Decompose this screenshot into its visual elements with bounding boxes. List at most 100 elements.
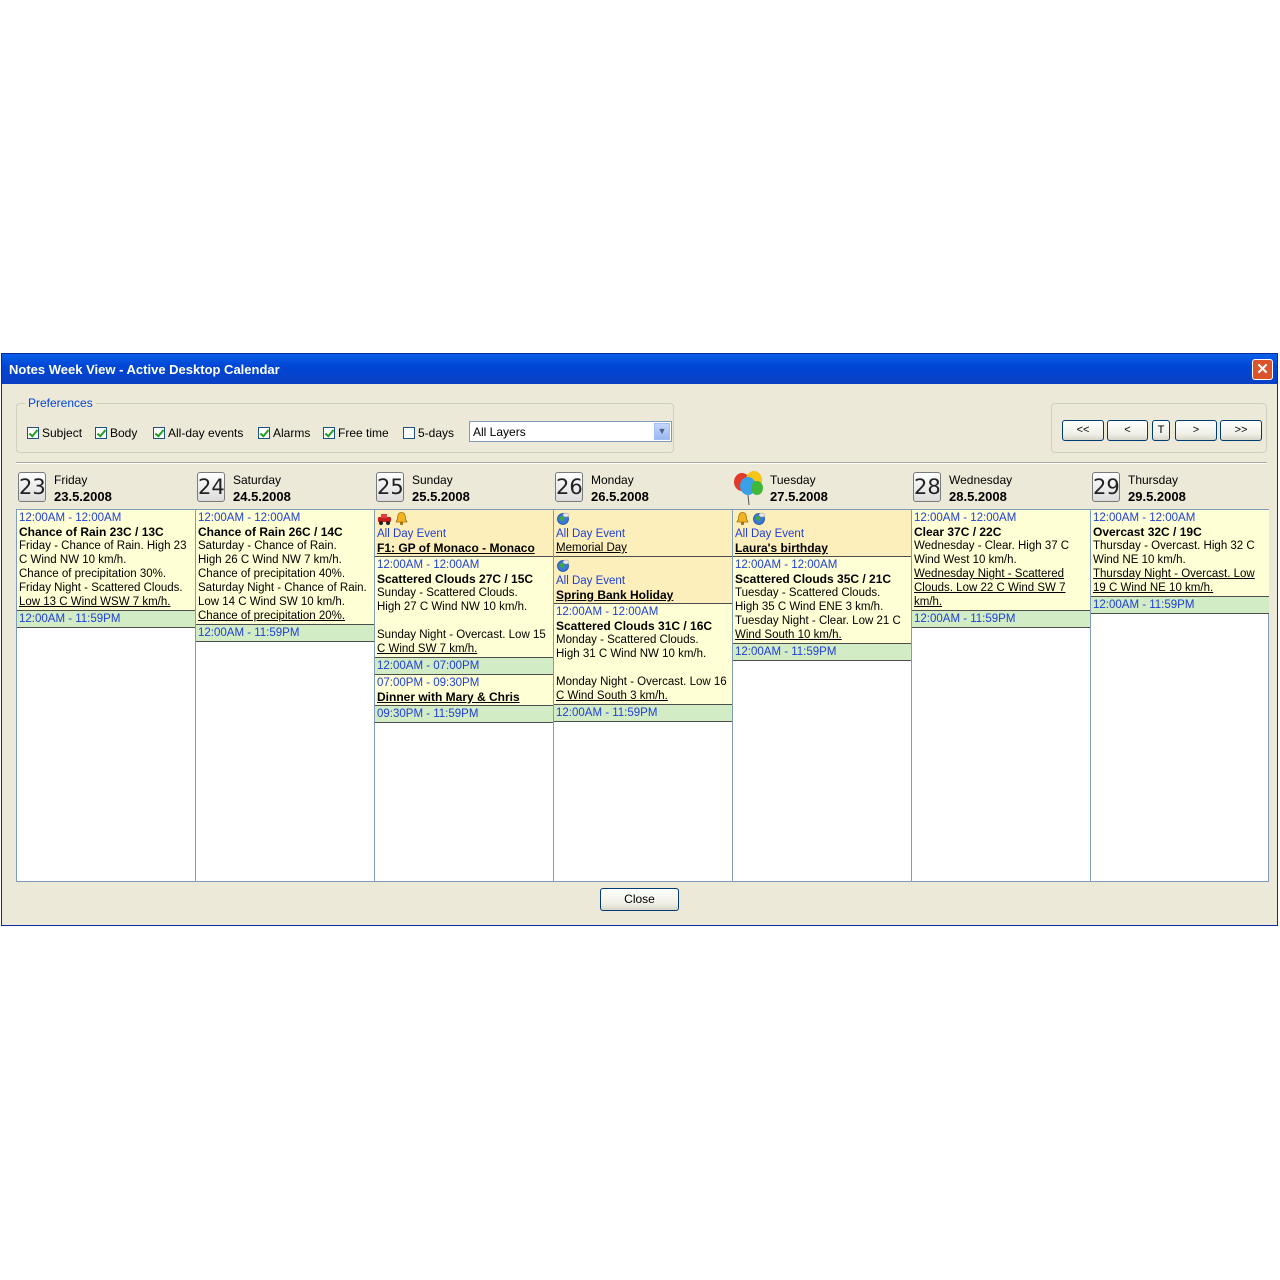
today-button[interactable]: T [1152,420,1170,441]
day-column-sunday[interactable]: All Day Event F1: GP of Monaco - Monaco 12… [375,510,554,881]
checkbox-box[interactable] [403,427,415,439]
day-header-friday[interactable]: 23 Friday 23.5.2008 [16,470,195,508]
day-header-thursday[interactable]: 29 Thursday 29.5.2008 [1090,470,1269,508]
day-column-friday[interactable]: 12:00AM - 12:00AM Chance of Rain 23C / 13… [17,510,196,881]
checkbox-box[interactable] [95,427,107,439]
event-body-line: Tuesday - Scattered Clouds. [735,587,881,599]
event-body-line: High 26 C Wind NW 7 km/h. [198,554,342,566]
day-column-wednesday[interactable]: 12:00AM - 12:00AM Clear 37C / 22C Wednesda… [912,510,1091,881]
day-column-saturday[interactable]: 12:00AM - 12:00AM Chance of Rain 26C / 14… [196,510,375,881]
chevron-down-icon[interactable]: ▼ [654,423,670,440]
calendar-event[interactable]: 12:00AM - 12:00AM Chance of Rain 26C / 14… [196,510,374,625]
close-button[interactable]: Close [600,888,679,911]
free-time-block[interactable]: 12:00AM - 07:00PM [375,658,553,675]
calendar-event[interactable]: 12:00AM - 12:00AM Chance of Rain 23C / 13… [17,510,195,611]
divider [16,462,1267,464]
free-time-block[interactable]: 12:00AM - 11:59PM [733,644,911,661]
day-name: Monday [591,473,634,487]
free-time-block[interactable]: 12:00AM - 11:59PM [1091,597,1269,614]
balloon-icon [734,471,763,506]
calendar-event[interactable]: All Day Event Spring Bank Holiday [554,557,732,604]
calendar-event[interactable]: 12:00AM - 12:00AM Overcast 32C / 19C Thurs… [1091,510,1269,597]
day-date: 27.5.2008 [770,489,828,504]
event-time: 12:00AM - 11:59PM [1093,599,1195,611]
five-days-checkbox[interactable]: 5-days [403,426,454,442]
day-column-thursday[interactable]: 12:00AM - 12:00AM Overcast 32C / 19C Thurs… [1091,510,1269,881]
free-time-block[interactable]: 09:30PM - 11:59PM [375,706,553,723]
day-header-wednesday[interactable]: 28 Wednesday 28.5.2008 [911,470,1090,508]
event-time: 12:00AM - 11:59PM [735,646,837,658]
next-week-button[interactable]: > [1175,420,1217,441]
previous-week-button[interactable]: < [1107,420,1148,441]
title-bar[interactable]: Notes Week View - Active Desktop Calenda… [2,354,1277,384]
event-subject: Scattered Clouds 27C / 15C [377,572,534,586]
day-number: 29 [1092,472,1120,502]
event-icons [556,558,730,574]
day-date: 25.5.2008 [412,489,470,504]
close-icon[interactable]: ✕ [1252,359,1273,380]
subject-checkbox[interactable]: Subject [27,426,82,442]
free-time-block[interactable]: 12:00AM - 11:59PM [196,625,374,642]
event-body-line: Sunday Night - Overcast. Low 15 [377,629,546,641]
day-column-monday[interactable]: All Day Event Memorial Day All Day Event Sp… [554,510,733,881]
event-time: 07:00PM - 09:30PM [377,677,480,689]
event-time: All Day Event [735,528,805,540]
event-body-line: Tuesday Night - Clear. Low 21 C [735,615,901,627]
free-time-block[interactable]: 12:00AM - 11:59PM [912,611,1090,628]
day-header-sunday[interactable]: 25 Sunday 25.5.2008 [374,470,553,508]
checkbox-box[interactable] [153,427,165,439]
preferences-legend: Preferences [25,396,96,410]
day-name: Wednesday [949,473,1013,487]
free-time-block[interactable]: 12:00AM - 11:59PM [17,611,195,628]
alarms-checkbox[interactable]: Alarms [258,426,310,442]
calendar-event[interactable]: 12:00AM - 12:00AM Clear 37C / 22C Wednesda… [912,510,1090,611]
checkbox-box[interactable] [258,427,270,439]
calendar-event[interactable]: All Day Event Laura's birthday [733,510,911,557]
calendar-event[interactable]: 12:00AM - 12:00AM Scattered Clouds 35C / … [733,557,911,644]
globe-icon [556,511,571,526]
car-icon [377,511,392,526]
calendar-event[interactable]: All Day Event Memorial Day [554,510,732,557]
bell-icon [735,511,750,526]
calendar-event[interactable]: All Day Event F1: GP of Monaco - Monaco [375,510,553,557]
event-body-line: C Wind South 3 km/h. [556,690,668,702]
day-column-tuesday[interactable]: All Day Event Laura's birthday 12:00AM - 1… [733,510,912,881]
calendar-event[interactable]: 12:00AM - 12:00AM Scattered Clouds 31C / … [554,604,732,705]
body-checkbox[interactable]: Body [95,426,137,442]
last-week-button[interactable]: >> [1220,420,1262,441]
event-body-line: Monday Night - Overcast. Low 16 [556,676,727,688]
event-body-line: Wednesday Night - Scattered Clouds. Low … [914,568,1066,608]
all-day-events-checkbox[interactable]: All-day events [153,426,243,442]
event-body-line: Wednesday - Clear. High 37 C Wind West 1… [914,540,1070,566]
event-time: 09:30PM - 11:59PM [377,708,479,720]
event-body-line: High 27 C Wind NW 10 km/h. [377,601,528,613]
first-week-button[interactable]: << [1062,420,1104,441]
day-date: 26.5.2008 [591,489,649,504]
day-name: Tuesday [770,473,816,487]
day-name: Sunday [412,473,453,487]
event-time: 12:00AM - 11:59PM [198,627,300,639]
day-date: 23.5.2008 [54,489,112,504]
layers-dropdown[interactable]: All Layers ▼ [469,421,672,442]
event-subject: Scattered Clouds 35C / 21C [735,572,892,586]
day-header-monday[interactable]: 26 Monday 26.5.2008 [553,470,732,508]
calendar-event[interactable]: 07:00PM - 09:30PM Dinner with Mary & Chri… [375,675,553,706]
event-body-line: Saturday - Chance of Rain. [198,540,337,552]
event-time: 12:00AM - 12:00AM [735,559,838,571]
event-subject: Overcast 32C / 19C [1093,525,1202,539]
event-time: 12:00AM - 07:00PM [377,660,480,672]
calendar-event[interactable]: 12:00AM - 12:00AM Scattered Clouds 27C / … [375,557,553,658]
free-time-block[interactable]: 12:00AM - 11:59PM [554,705,732,722]
event-subject: Spring Bank Holiday [556,588,674,602]
day-name: Friday [54,473,88,487]
free-time-checkbox[interactable]: Free time [323,426,389,442]
event-body-line: C Wind SW 7 km/h. [377,643,478,655]
event-subject: Scattered Clouds 31C / 16C [556,619,713,633]
event-body-line: High 35 C Wind ENE 3 km/h. [735,601,884,613]
bell-icon [394,511,409,526]
event-time: 12:00AM - 12:00AM [556,606,659,618]
day-header-saturday[interactable]: 24 Saturday 24.5.2008 [195,470,374,508]
checkbox-box[interactable] [323,427,335,439]
day-header-tuesday[interactable]: Tuesday 27.5.2008 [732,470,911,508]
checkbox-box[interactable] [27,427,39,439]
